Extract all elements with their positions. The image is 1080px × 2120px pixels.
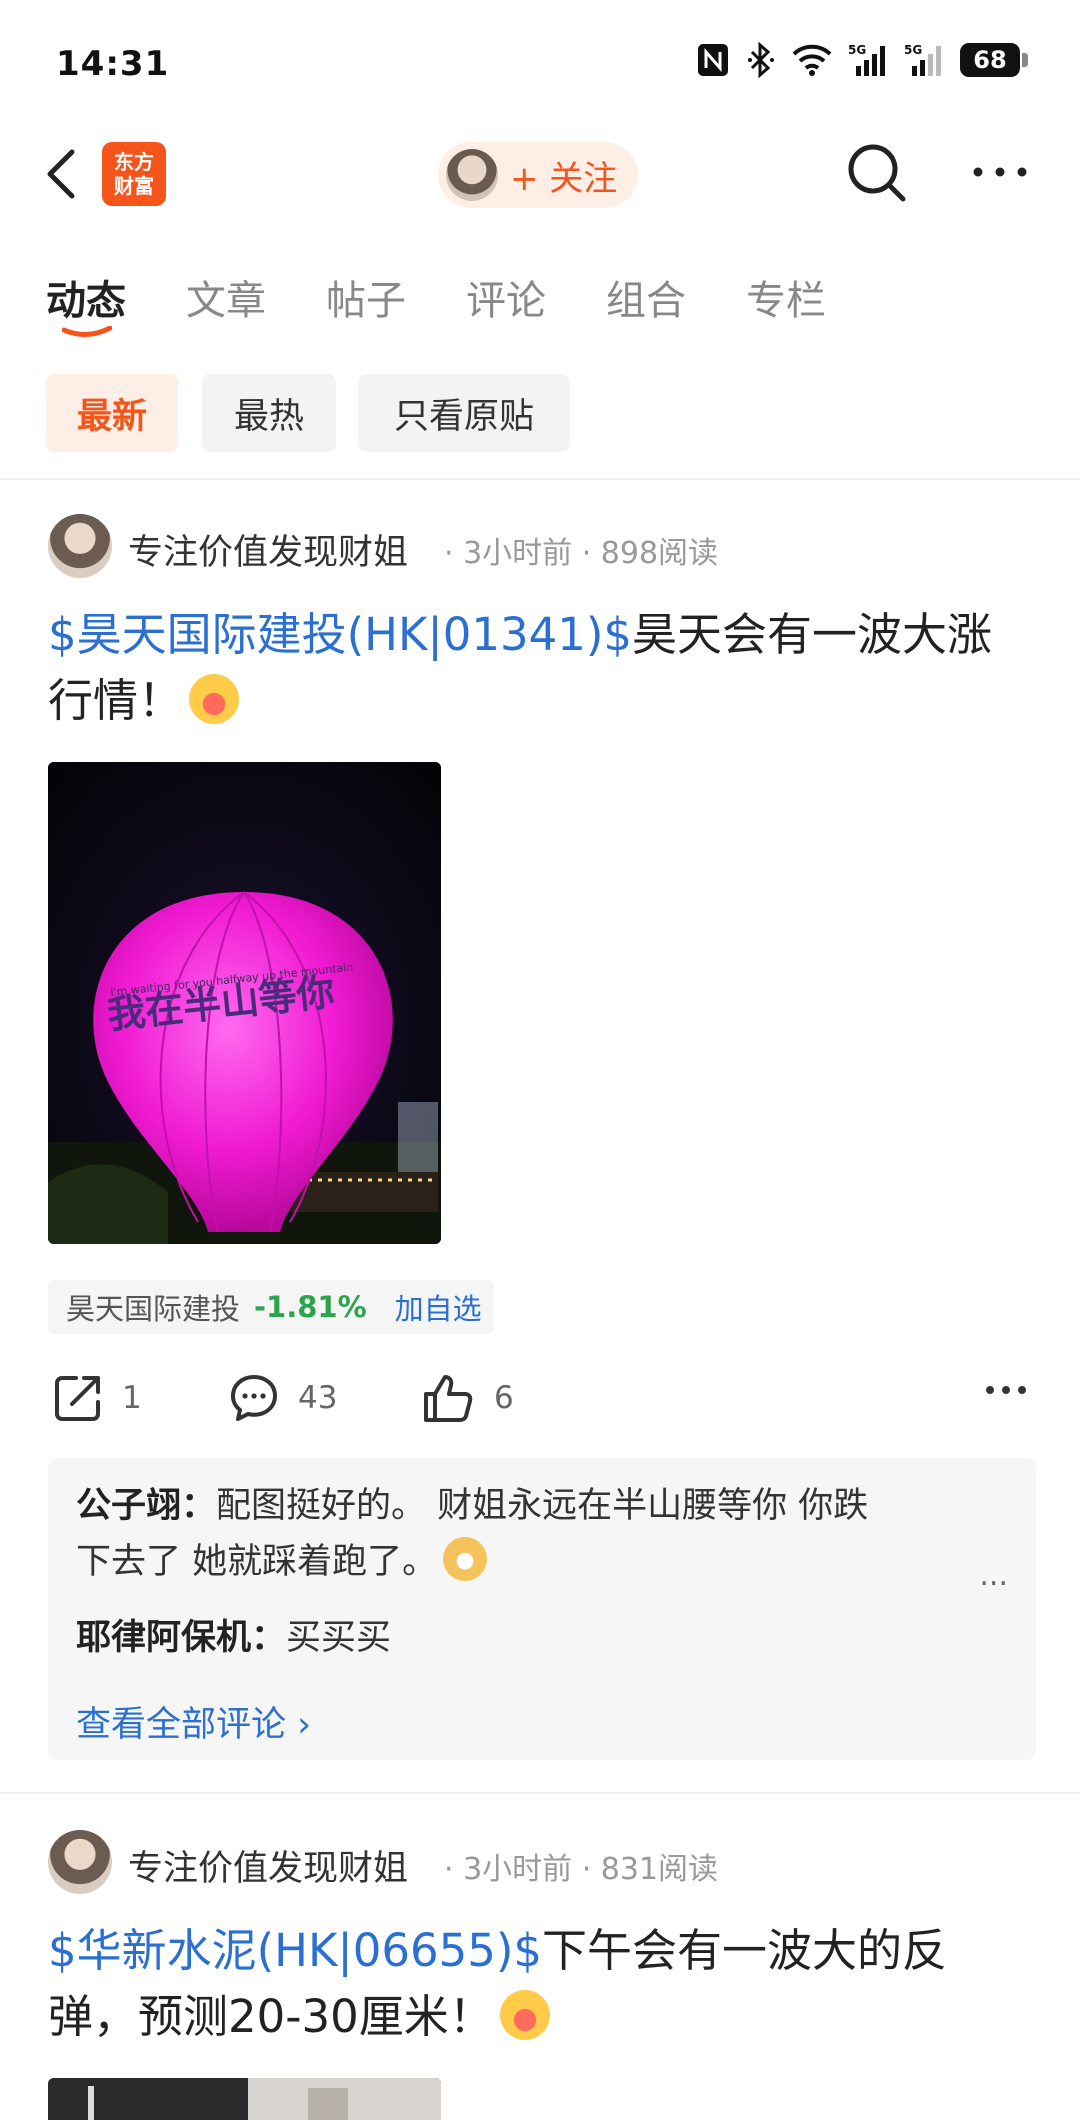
post-more-button[interactable] (984, 1380, 1028, 1404)
post-meta: · 3小时前 · 831阅读 (444, 1852, 719, 1887)
signal-5g-icon: 5G (848, 40, 888, 80)
post-text-line2: 弹，预测20-30厘米！ (48, 1990, 494, 2043)
tab-columns[interactable]: 专栏 (746, 268, 826, 326)
post-text-line1: 昊天会有一波大涨 (632, 608, 993, 661)
comment-author[interactable]: 耶律阿保机： (76, 1618, 286, 1658)
more-options-button[interactable] (970, 152, 1030, 192)
bluetooth-icon (746, 40, 776, 80)
nfc-icon (696, 40, 730, 80)
svg-text:5G: 5G (904, 43, 922, 57)
signal-5g-secondary-icon: 5G (904, 40, 944, 80)
filter-hottest[interactable]: 最热 (202, 374, 336, 452)
post-author-name[interactable]: 专注价值发现财姐 (128, 1840, 408, 1891)
share-button[interactable]: 1 (52, 1372, 142, 1424)
share-count: 1 (122, 1380, 142, 1416)
follow-label: + 关注 (510, 158, 618, 199)
view-all-comments-link[interactable]: 查看全部评论 › (76, 1696, 311, 1747)
wifi-icon (792, 40, 832, 80)
status-time: 14:31 (56, 44, 170, 84)
more-horizontal-icon (986, 1386, 1026, 1394)
post-image[interactable]: I'm waiting for you halfway up the mount… (48, 762, 441, 1244)
status-icons: 5G 5G 68 (696, 40, 1028, 80)
comment-text: 配图挺好的。 财姐永远在半山腰等你 你跌 (216, 1486, 869, 1526)
comment-preview[interactable]: 公子翊：配图挺好的。 财姐永远在半山腰等你 你跌 下去了 她就踩着跑了。 ...… (48, 1458, 1036, 1760)
stock-link[interactable]: $华新水泥(HK|06655)$ (48, 1924, 542, 1977)
tab-dynamics[interactable]: 动态 (46, 268, 126, 326)
like-count: 6 (494, 1380, 514, 1416)
tab-comments[interactable]: 评论 (466, 268, 546, 326)
divider (0, 478, 1080, 480)
comment-item[interactable]: 耶律阿保机：买买买 (76, 1610, 976, 1666)
post-text-line2: 行情！ (48, 674, 184, 727)
stock-tag-change: -1.81% (254, 1290, 367, 1324)
divider (0, 1792, 1080, 1794)
battery-indicator: 68 (960, 43, 1028, 77)
svg-text:5G: 5G (848, 43, 866, 57)
tab-portfolios[interactable]: 组合 (606, 268, 686, 326)
status-bar: 14:31 5G 5G 68 (0, 0, 1080, 120)
follow-button[interactable]: + 关注 (438, 142, 638, 208)
hot-air-balloon-image: I'm waiting for you halfway up the mount… (48, 762, 441, 1244)
emoji-icon (499, 1990, 550, 2040)
app-logo: 东方 财富 (102, 142, 166, 206)
logo-text-line1: 东方 (114, 150, 154, 174)
post-text-line1: 下午会有一波大的反 (542, 1924, 948, 1977)
comment-text: 买买买 (286, 1618, 392, 1658)
filter-latest[interactable]: 最新 (46, 374, 178, 452)
filter-original-only[interactable]: 只看原贴 (358, 374, 570, 452)
tab-active-indicator (62, 326, 112, 337)
stock-tag-name: 昊天国际建投 (66, 1292, 241, 1326)
comment-count: 43 (298, 1380, 338, 1416)
post-image-preview (48, 2078, 441, 2120)
logo-text-line2: 财富 (114, 174, 154, 198)
avatar (446, 149, 498, 201)
chevron-left-icon (47, 149, 75, 199)
more-horizontal-icon (973, 167, 1027, 177)
emoji-icon (189, 674, 240, 724)
search-icon (848, 144, 906, 202)
comment-button[interactable]: 43 (228, 1372, 337, 1424)
tab-articles[interactable]: 文章 (186, 268, 266, 326)
share-icon (55, 1376, 100, 1421)
post-author-name[interactable]: 专注价值发现财姐 (128, 524, 408, 575)
back-button[interactable] (40, 146, 84, 202)
add-to-watchlist-button[interactable]: 加自选 (395, 1286, 482, 1328)
tab-posts[interactable]: 帖子 (326, 268, 406, 326)
comment-item[interactable]: 公子翊：配图挺好的。 财姐永远在半山腰等你 你跌 下去了 她就踩着跑了。 (76, 1478, 976, 1590)
stock-link[interactable]: $昊天国际建投(HK|01341)$ (48, 608, 632, 661)
dog-emoji-icon (443, 1537, 488, 1581)
thumbs-up-icon (424, 1375, 473, 1422)
stock-tag[interactable]: 昊天国际建投 -1.81% 加自选 (48, 1280, 494, 1334)
like-button[interactable]: 6 (422, 1372, 514, 1424)
post-author-avatar[interactable] (48, 514, 112, 578)
post-body[interactable]: $华新水泥(HK|06655)$下午会有一波大的反 弹，预测20-30厘米！ (48, 1918, 1038, 2050)
search-button[interactable] (844, 140, 910, 206)
comment-author[interactable]: 公子翊： (76, 1486, 216, 1526)
comment-text-line2: 下去了 她就踩着跑了。 (76, 1542, 438, 1582)
post-image[interactable] (48, 2078, 441, 2120)
comment-more-indicator: ... (979, 1558, 1008, 1593)
post-author-avatar[interactable] (48, 1830, 112, 1894)
post-meta: · 3小时前 · 898阅读 (444, 536, 719, 571)
post-body[interactable]: $昊天国际建投(HK|01341)$昊天会有一波大涨 行情！ (48, 602, 1038, 734)
comment-icon (231, 1375, 277, 1421)
